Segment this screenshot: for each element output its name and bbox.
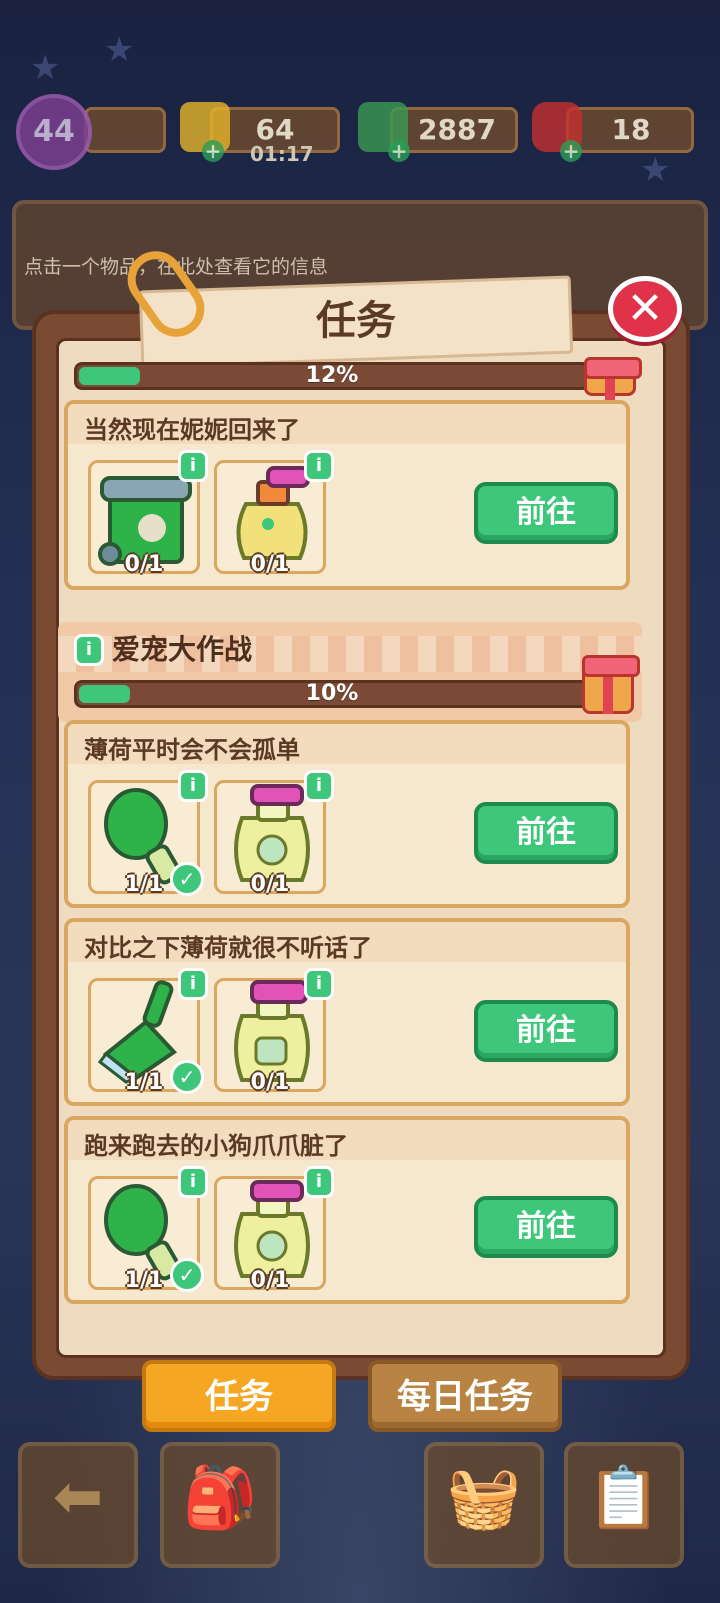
item-count: 0/1 [250, 1070, 290, 1095]
group-title: 爱宠大作战 [112, 633, 253, 666]
progress-text: 12% [305, 363, 359, 388]
info-icon[interactable]: i [304, 770, 334, 802]
energy-timer: 01:17 [250, 142, 314, 166]
cash-value: 2887 [418, 113, 496, 146]
progress-text: 10% [305, 681, 359, 706]
back-arrow-icon: ⬅ [52, 1462, 104, 1532]
backpack-icon: 🎒 [182, 1463, 258, 1533]
progress-bar: 12% [74, 362, 590, 390]
go-button[interactable]: 前往 [474, 1000, 618, 1062]
task-title: 跑来跑去的小狗爪爪脏了 [84, 1132, 348, 1160]
gem-value: 18 [611, 113, 651, 146]
tab-tasks[interactable]: 任务 [142, 1360, 336, 1432]
info-icon[interactable]: i [178, 968, 208, 1000]
shop-basket-icon: 🧺 [446, 1463, 522, 1533]
gift-box-icon[interactable] [584, 357, 642, 416]
task-title: 对比之下薄荷就很不听话了 [84, 934, 372, 962]
checkmark-icon: ✓ [170, 862, 204, 896]
go-button[interactable]: 前往 [474, 1196, 618, 1258]
go-button[interactable]: 前往 [474, 802, 618, 864]
star-icon: ★ [104, 30, 135, 70]
clipboard-star-icon: 📋 [586, 1463, 662, 1533]
star-icon: ★ [30, 48, 61, 88]
item-count: 0/1 [250, 552, 290, 577]
item-count: 0/1 [250, 872, 290, 897]
close-button[interactable]: ✕ [608, 276, 682, 342]
progress-bar: 10% [74, 680, 590, 708]
info-icon[interactable]: i [74, 634, 104, 666]
item-count: 0/1 [124, 552, 164, 577]
item-count: 0/1 [250, 1268, 290, 1293]
task-title: 薄荷平时会不会孤单 [84, 736, 300, 764]
info-icon[interactable]: i [178, 770, 208, 802]
info-icon[interactable]: i [304, 968, 334, 1000]
checkmark-icon: ✓ [170, 1060, 204, 1094]
info-icon[interactable]: i [178, 450, 208, 482]
info-icon[interactable]: i [178, 1166, 208, 1198]
info-icon[interactable]: i [304, 450, 334, 482]
checkmark-icon: ✓ [170, 1258, 204, 1292]
gift-box-icon[interactable] [582, 655, 640, 714]
star-icon: ★ [640, 150, 671, 190]
level-bar [84, 107, 166, 153]
tab-daily-tasks[interactable]: 每日任务 [368, 1360, 562, 1432]
task-title: 当然现在妮妮回来了 [84, 416, 300, 444]
info-icon[interactable]: i [304, 1166, 334, 1198]
modal-title: 任务 [316, 298, 396, 344]
go-button[interactable]: 前往 [474, 482, 618, 544]
level-badge[interactable]: 44 [16, 94, 92, 170]
